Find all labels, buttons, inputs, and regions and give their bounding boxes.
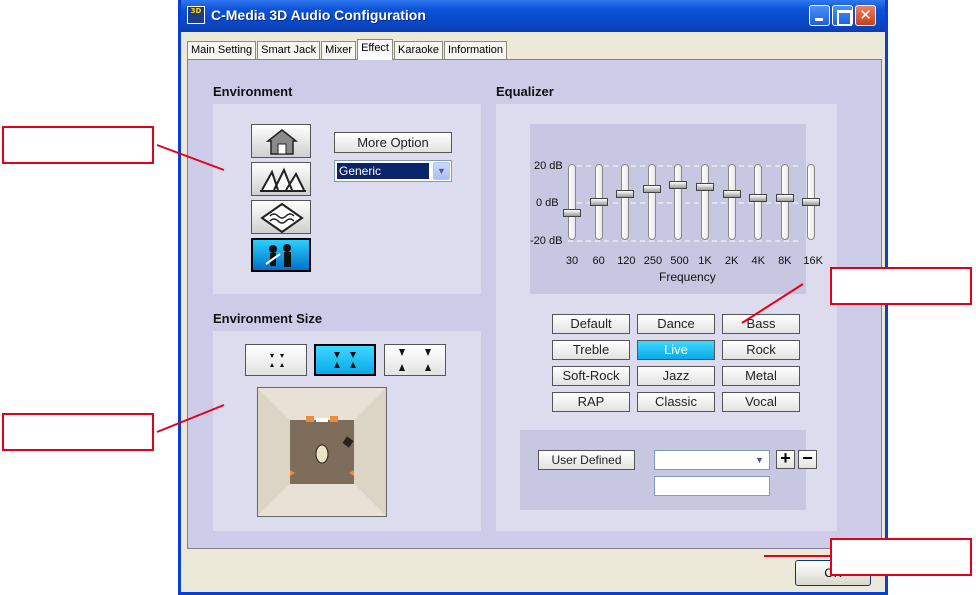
callout-line-size (156, 404, 225, 433)
callout-line-equalizer (741, 283, 804, 324)
page: 3D C-Media 3D Audio Configuration ✕ Main… (0, 0, 976, 595)
tab-effect[interactable]: Effect (357, 39, 393, 60)
callout-box-size (2, 413, 154, 451)
callout-box-equalizer (830, 267, 972, 305)
callout-box-environment (2, 126, 154, 164)
callout-box-ok (830, 538, 972, 576)
callout-line-environment (156, 144, 225, 171)
